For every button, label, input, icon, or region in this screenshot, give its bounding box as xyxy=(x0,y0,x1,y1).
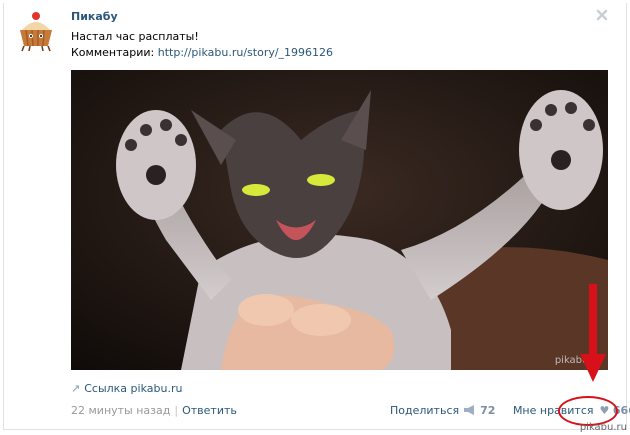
source-link-label[interactable]: Ссылка pikabu.ru xyxy=(84,382,182,395)
post-photo[interactable]: pikabu.ru xyxy=(71,70,608,370)
comments-line: Комментарии: http://pikabu.ru/story/_199… xyxy=(71,46,333,59)
reply-button[interactable]: Ответить xyxy=(182,404,237,417)
post-meta: 22 минуты назад | Ответить xyxy=(71,404,237,417)
footer-watermark: pikabu.ru xyxy=(579,422,627,433)
source-link[interactable]: ↗ Ссылка pikabu.ru xyxy=(71,382,182,395)
close-icon[interactable] xyxy=(595,8,609,22)
annotation-arrow-icon xyxy=(580,284,606,384)
share-arrow-icon: ↗ xyxy=(71,382,81,395)
share-count: 72 xyxy=(480,404,496,417)
post-author[interactable]: Пикабу xyxy=(71,10,118,23)
megaphone-icon xyxy=(463,405,477,415)
share-button[interactable]: Поделиться xyxy=(390,404,459,417)
post-text: Настал час расплаты! xyxy=(71,30,199,43)
separator: | xyxy=(174,404,179,417)
cupcake-mascot-icon[interactable] xyxy=(14,8,58,52)
comments-label: Комментарии: xyxy=(71,46,158,59)
comments-link[interactable]: http://pikabu.ru/story/_1996126 xyxy=(158,46,333,59)
post-time[interactable]: 22 минуты назад xyxy=(71,404,170,417)
